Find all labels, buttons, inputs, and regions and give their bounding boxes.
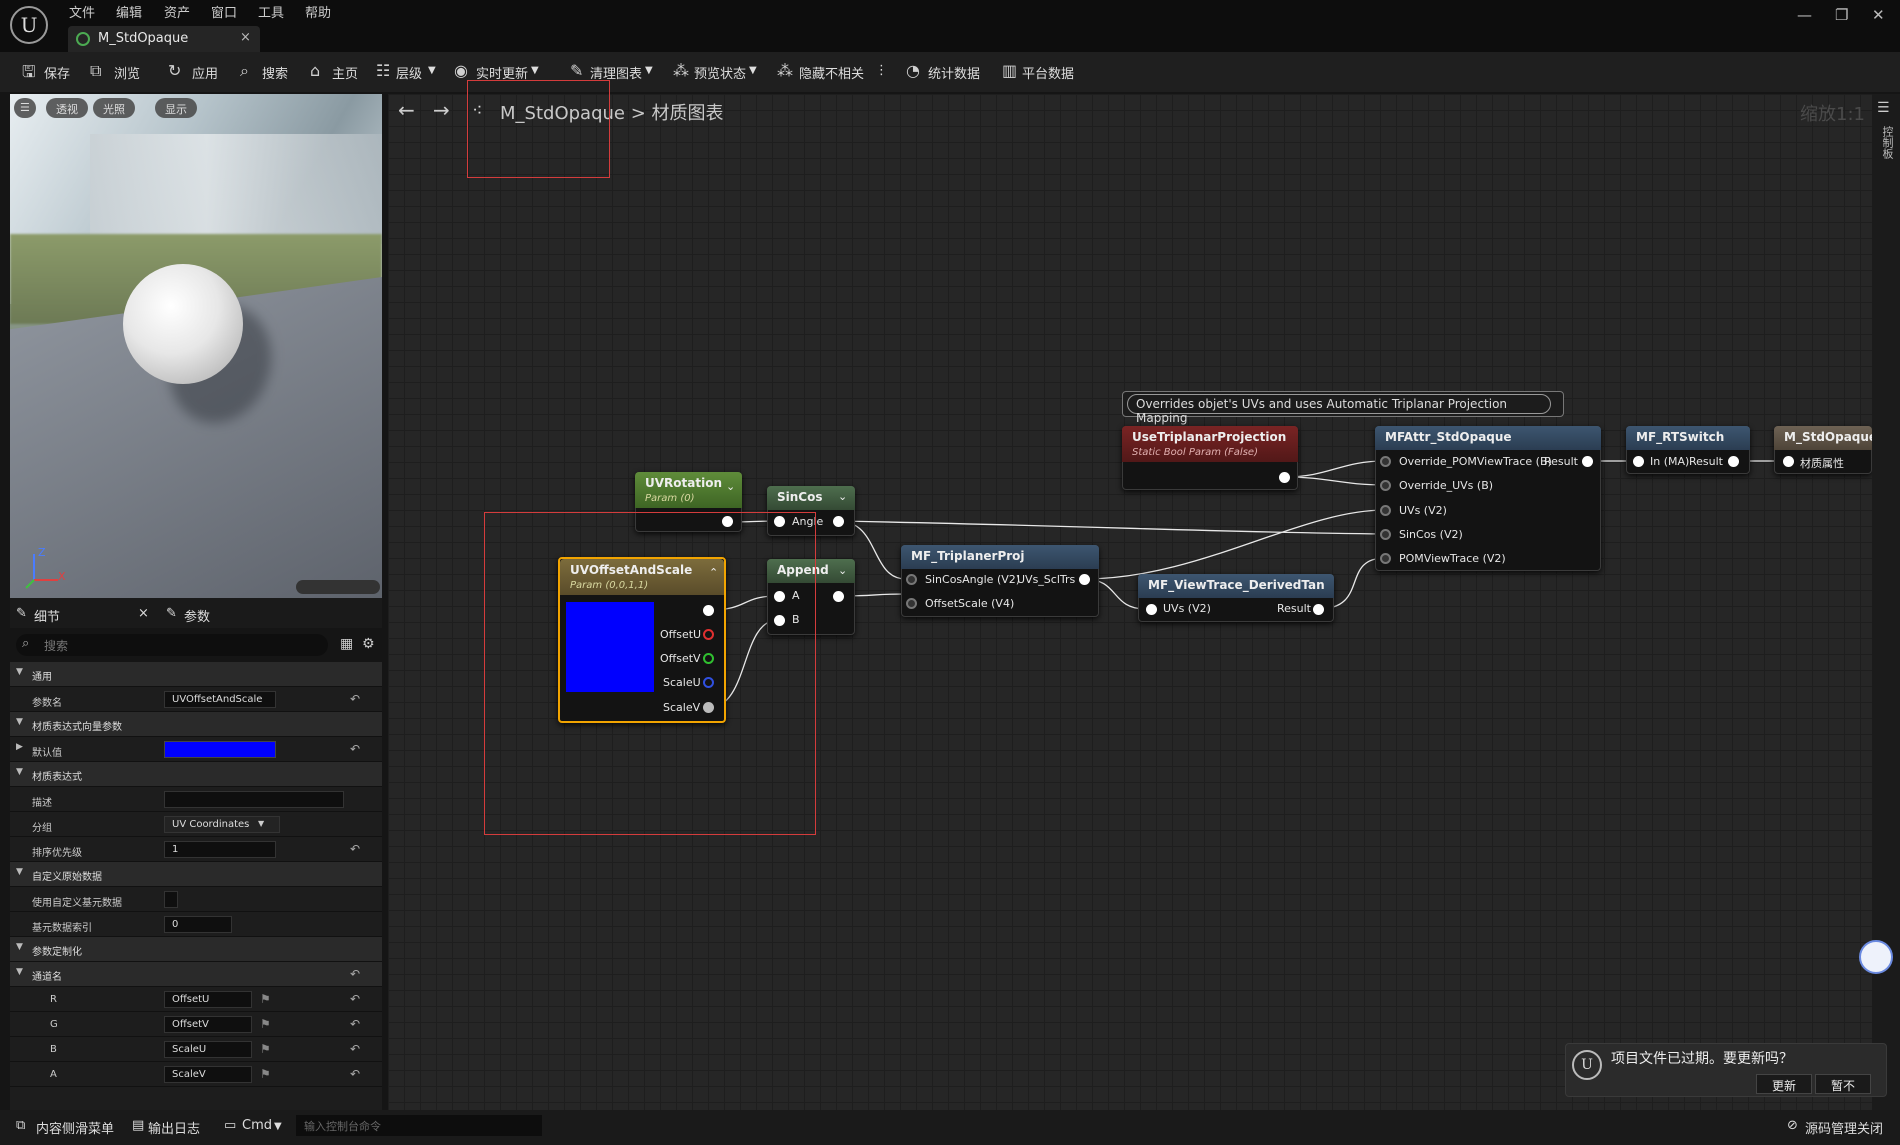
status-bar: [0, 1110, 1900, 1145]
node-title: UVRotation: [645, 476, 722, 490]
chevron-down-icon[interactable]: ⌄: [838, 564, 847, 577]
output-pin[interactable]: [833, 591, 844, 602]
pin-label: Override_POMViewTrace (B): [1399, 455, 1552, 468]
chevron-down-icon[interactable]: ⌄: [838, 490, 847, 503]
pin-label: Result: [1689, 455, 1723, 468]
pin-label: POMViewTrace (V2): [1399, 552, 1506, 565]
pin-label: UVs_SclTrs: [1017, 573, 1076, 586]
output-pin[interactable]: [1582, 456, 1593, 467]
input-pin[interactable]: [1380, 456, 1391, 467]
input-pin[interactable]: [1633, 456, 1644, 467]
node-subtitle: Param (0): [645, 493, 695, 504]
palette-tab[interactable]: 控制板: [1877, 126, 1895, 159]
cmd-icon: ▭: [224, 1118, 237, 1133]
later-button[interactable]: 暂不: [1815, 1074, 1871, 1094]
pin-label: Result: [1544, 455, 1578, 468]
console-input[interactable]: 输入控制台命令: [296, 1115, 542, 1136]
node-rtswitch-header[interactable]: MF_RTSwitch: [1626, 426, 1750, 450]
node-mfattr-header[interactable]: MFAttr_StdOpaque: [1375, 426, 1601, 450]
node-viewtrace-header[interactable]: MF_ViewTrace_DerivedTan: [1138, 574, 1334, 598]
output-log-icon: ▤: [132, 1118, 145, 1133]
node-title: UseTriplanarProjection: [1132, 430, 1287, 444]
highlight-box: [484, 512, 816, 835]
toast-message: 项目文件已过期。要更新吗？: [1611, 1051, 1793, 1067]
pin-label: SinCos (V2): [1399, 528, 1463, 541]
pin-label: OffsetScale (V4): [925, 597, 1015, 610]
comment-text: Overrides objet's UVs and uses Automatic…: [1127, 394, 1551, 425]
output-pin[interactable]: [1728, 456, 1739, 467]
cmd-dropdown[interactable]: Cmd: [242, 1118, 272, 1133]
node-triplanar-header[interactable]: MF_TriplanerProj: [901, 545, 1099, 569]
pin-label: Override_UVs (B): [1399, 479, 1494, 492]
output-pin[interactable]: [833, 516, 844, 527]
input-pin[interactable]: [1783, 456, 1794, 467]
chevron-down-icon[interactable]: ⌄: [726, 480, 735, 493]
input-pin[interactable]: [1380, 553, 1391, 564]
input-pin[interactable]: [1380, 529, 1391, 540]
node-subtitle: Static Bool Param (False): [1132, 447, 1258, 458]
input-pin[interactable]: [1380, 505, 1391, 516]
source-control-icon: ⊘: [1787, 1118, 1798, 1133]
pin-label: 材质属性: [1800, 457, 1844, 470]
content-drawer-icon: ⧉: [16, 1118, 26, 1133]
assistant-bubble-icon[interactable]: [1859, 940, 1893, 974]
input-pin[interactable]: [1146, 604, 1157, 615]
output-pin[interactable]: [1313, 604, 1324, 615]
node-stdopaque-header[interactable]: M_StdOpaque: [1774, 426, 1877, 450]
output-pin[interactable]: [1279, 472, 1290, 483]
input-pin[interactable]: [1380, 480, 1391, 491]
node-usetriplanar-header[interactable]: UseTriplanarProjection Static Bool Param …: [1122, 426, 1298, 462]
pin-label: UVs (V2): [1163, 602, 1211, 615]
source-control-status[interactable]: 源码管理关闭: [1805, 1118, 1883, 1137]
pin-label: In (MA): [1650, 455, 1690, 468]
pin-label: Result: [1277, 602, 1311, 615]
chevron-down-icon[interactable]: ▼: [274, 1121, 282, 1132]
pin-label: SinCosAngle (V2): [925, 573, 1021, 586]
highlight-box: [467, 80, 610, 178]
list-icon[interactable]: ☰: [1877, 100, 1890, 116]
output-log-button[interactable]: 输出日志: [148, 1118, 200, 1137]
content-drawer-button[interactable]: 内容侧滑菜单: [36, 1118, 114, 1137]
input-pin[interactable]: [906, 598, 917, 609]
pin-label: UVs (V2): [1399, 504, 1447, 517]
input-pin[interactable]: [906, 574, 917, 585]
unreal-logo-icon: U: [1572, 1050, 1602, 1080]
update-button[interactable]: 更新: [1756, 1074, 1812, 1094]
output-pin[interactable]: [1079, 574, 1090, 585]
